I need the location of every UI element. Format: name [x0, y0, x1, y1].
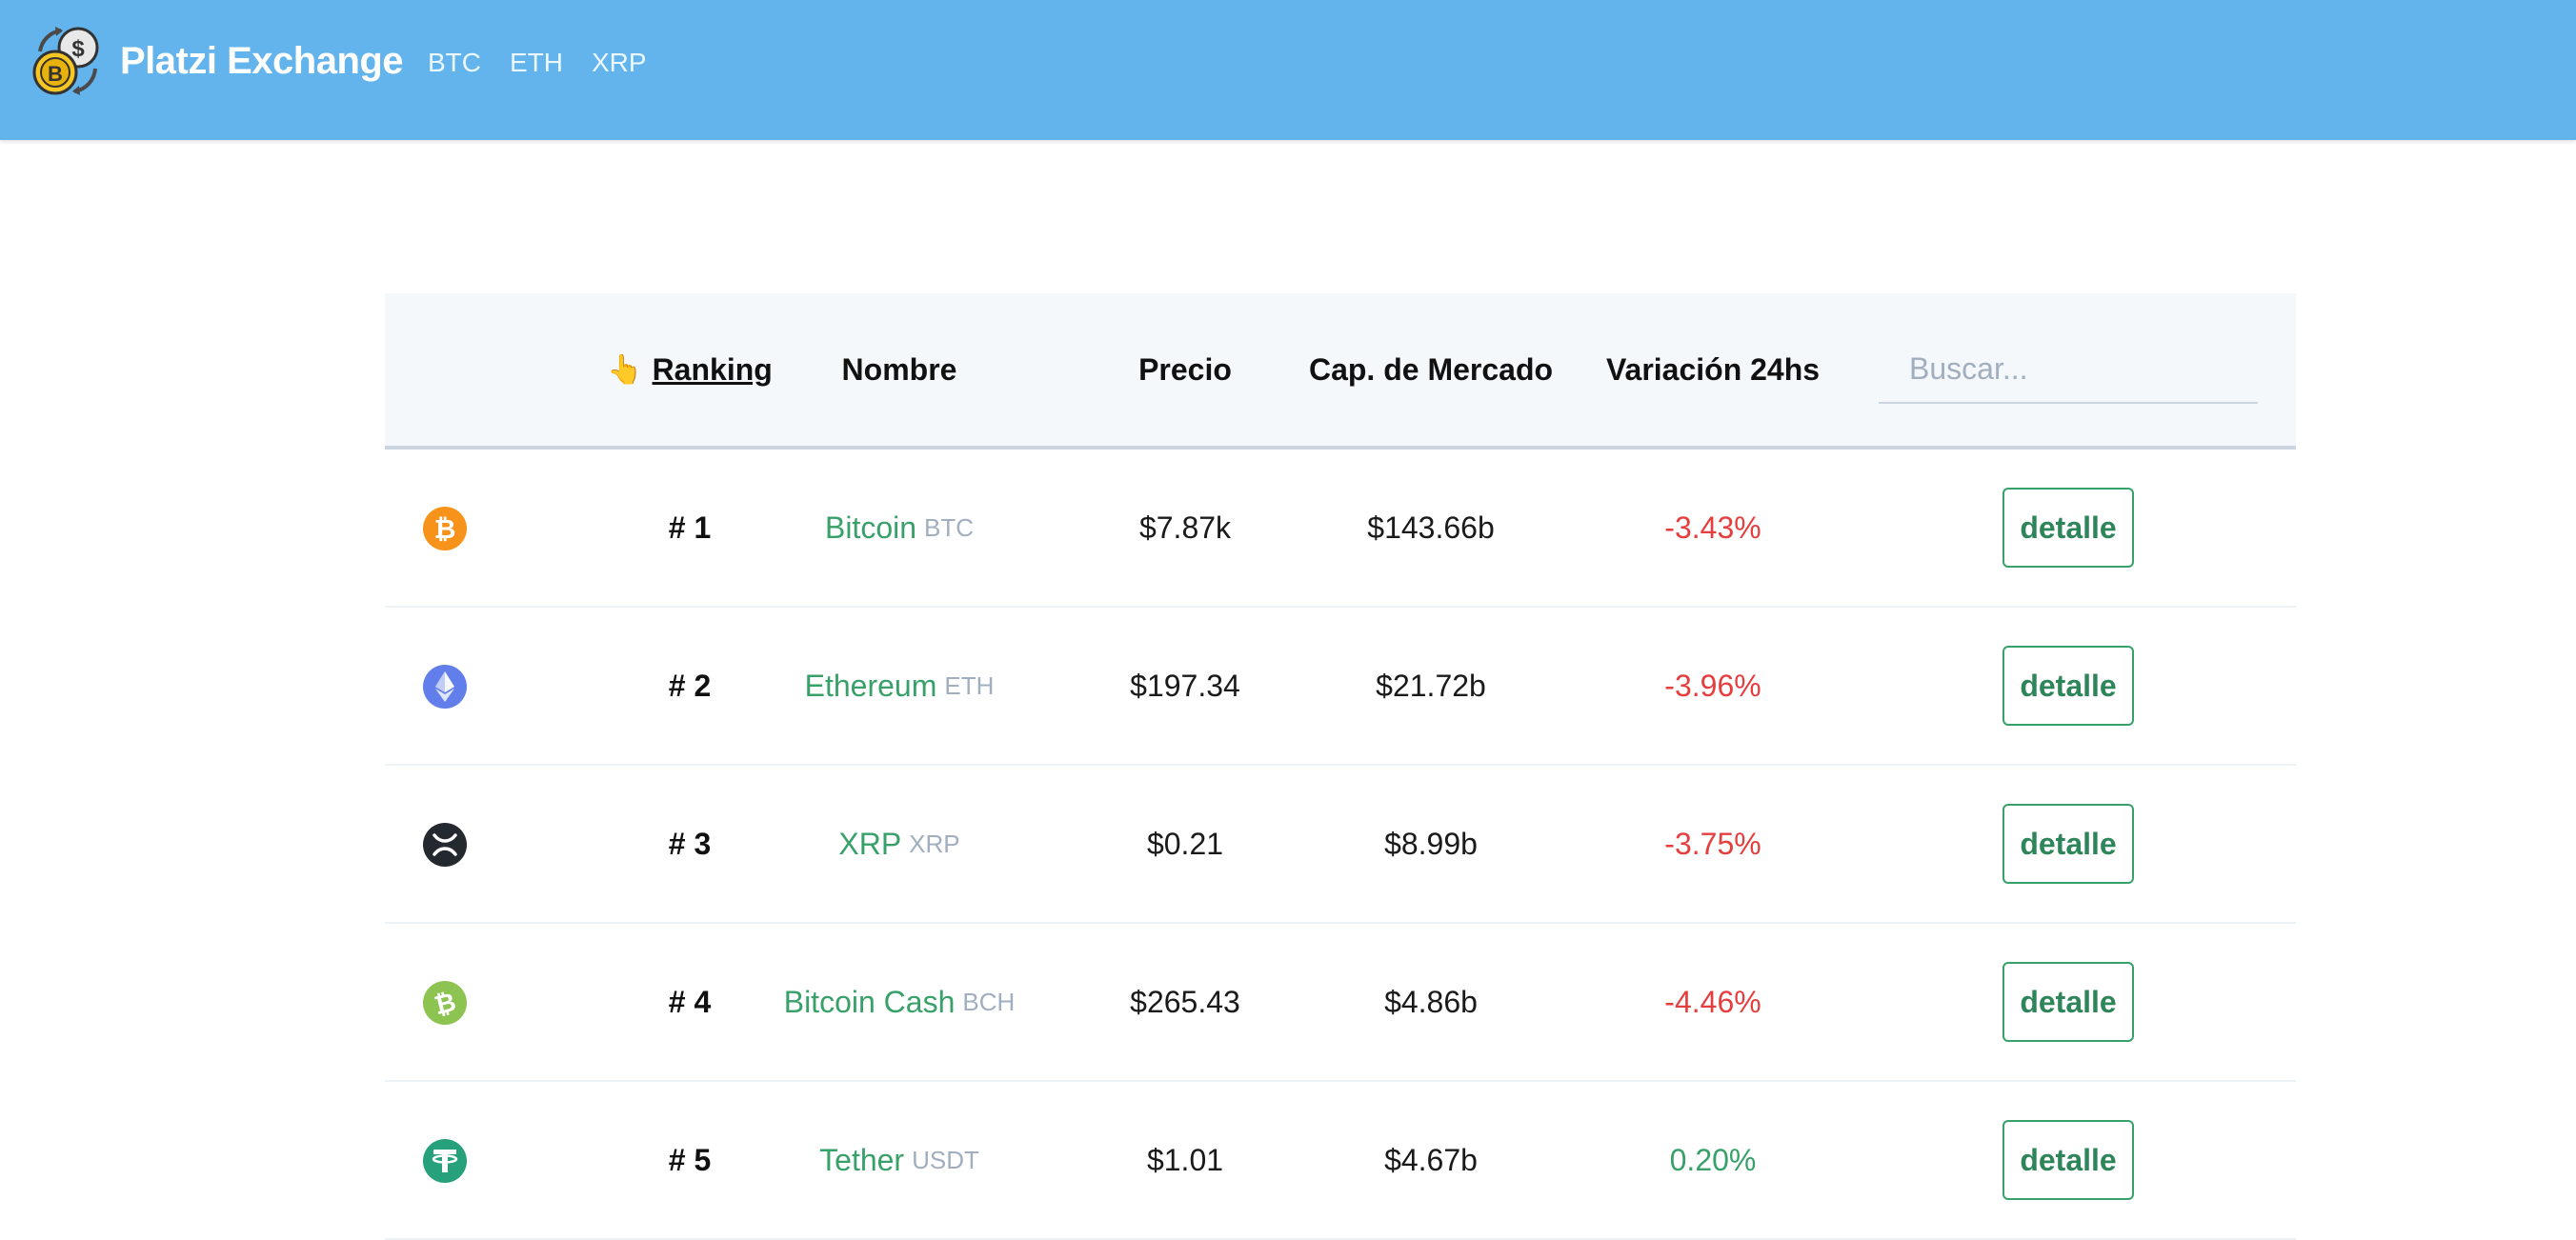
change-cell: 0.20% — [1669, 1142, 1757, 1177]
detail-button[interactable]: detalle — [2002, 1120, 2134, 1200]
coin-name-link[interactable]: Tether — [819, 1143, 904, 1178]
nav-link-eth[interactable]: ETH — [510, 44, 563, 82]
change-cell: -3.96% — [1664, 668, 1761, 703]
brand-name[interactable]: Platzi Exchange — [120, 34, 404, 88]
nav-link-btc[interactable]: BTC — [428, 44, 481, 82]
name-cell: Bitcoin Cash BCH — [747, 924, 1052, 1080]
market-cap-cell: $4.86b — [1384, 984, 1478, 1019]
svg-text:B: B — [48, 62, 63, 86]
name-cell: Bitcoin BTC — [747, 450, 1052, 606]
detail-button[interactable]: detalle — [2002, 804, 2134, 884]
coin-name-link[interactable]: Bitcoin Cash — [784, 985, 956, 1020]
detail-button[interactable]: detalle — [2002, 488, 2134, 568]
exchange-logo-icon[interactable]: $ B — [27, 23, 107, 99]
coin-name-link[interactable]: Ethereum — [805, 669, 937, 704]
nav-link-xrp[interactable]: XRP — [592, 44, 647, 82]
table-row: ₿ # 4 Bitcoin Cash BCH $265.43 $4.86b -4.46% de… — [385, 924, 2296, 1082]
svg-text:₿: ₿ — [434, 514, 456, 544]
tether-icon — [423, 1139, 467, 1183]
market-cap-cell: $21.72b — [1376, 668, 1486, 703]
name-column-header: Nombre — [841, 351, 957, 387]
market-cap-cell: $143.66b — [1367, 510, 1495, 545]
table-body: ₿ # 1 Bitcoin BTC $7.87k $143.66b -3.43% detall… — [385, 450, 2296, 1240]
coin-symbol: ETH — [944, 670, 995, 700]
table-row: # 5 Tether USDT $1.01 $4.67b 0.20% detalle — [385, 1082, 2296, 1240]
xrp-icon — [423, 823, 467, 867]
search-input[interactable] — [1879, 335, 2258, 404]
detail-button[interactable]: detalle — [2002, 646, 2134, 726]
svg-text:$: $ — [71, 36, 85, 62]
market-cap-column-header: Cap. de Mercado — [1308, 351, 1554, 387]
change-column-header: Variación 24hs — [1605, 351, 1821, 387]
change-cell: -3.75% — [1664, 826, 1761, 861]
pointing-hand-icon: 👆 — [607, 353, 643, 386]
table-row: ₿ # 1 Bitcoin BTC $7.87k $143.66b -3.43% detall… — [385, 450, 2296, 608]
coin-name-link[interactable]: Bitcoin — [825, 510, 916, 546]
assets-table: 👆 Ranking Nombre Precio Cap. de Mercado … — [385, 293, 2296, 1240]
change-cell: -4.46% — [1664, 984, 1761, 1019]
coin-name-link[interactable]: XRP — [838, 827, 901, 862]
table-row: # 3 XRP XRP $0.21 $8.99b -3.75% detalle — [385, 766, 2296, 924]
coin-symbol: BTC — [924, 512, 975, 542]
bitcoin-cash-icon: ₿ — [423, 981, 467, 1025]
table-header: 👆 Ranking Nombre Precio Cap. de Mercado … — [385, 293, 2296, 450]
ethereum-icon — [423, 665, 467, 709]
market-cap-cell: $4.67b — [1384, 1142, 1478, 1177]
top-navbar: $ B Platzi Exchange BTC ETH XRP — [0, 0, 2576, 140]
detail-button[interactable]: detalle — [2002, 962, 2134, 1042]
name-cell: Tether USDT — [747, 1082, 1052, 1238]
bitcoin-icon: ₿ — [423, 507, 467, 550]
market-cap-cell: $8.99b — [1384, 826, 1478, 861]
coin-symbol: BCH — [962, 987, 1016, 1016]
name-cell: XRP XRP — [747, 766, 1052, 922]
coin-symbol: USDT — [912, 1145, 979, 1174]
table-row: # 2 Ethereum ETH $197.34 $21.72b -3.96% detall… — [385, 608, 2296, 766]
coin-symbol: XRP — [909, 829, 960, 858]
change-cell: -3.43% — [1664, 510, 1761, 545]
name-cell: Ethereum ETH — [747, 608, 1052, 764]
